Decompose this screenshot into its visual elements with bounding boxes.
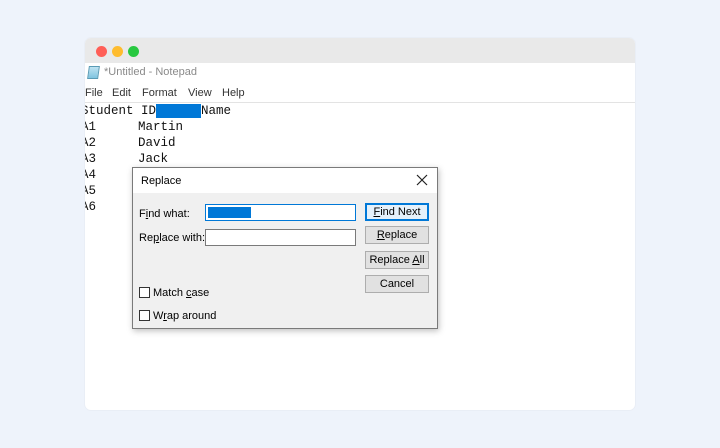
row-id: A6 (85, 200, 97, 214)
replace-with-label: Replace with: (139, 232, 206, 244)
editor-line: Student ID Name (85, 104, 231, 119)
find-next-button[interactable]: Find Next (365, 203, 429, 221)
row-name: David (138, 136, 176, 150)
zoom-window-button[interactable] (128, 46, 139, 57)
close-window-button[interactable] (96, 46, 107, 57)
find-what-label: Find what: (139, 208, 190, 220)
editor-line: A3 Jack (85, 152, 168, 167)
find-what-input[interactable] (205, 204, 356, 221)
window-chrome (85, 38, 635, 63)
menu-edit[interactable]: Edit (112, 87, 131, 99)
editor-line: A2 David (85, 136, 176, 151)
row-id: A1 (85, 120, 97, 134)
editor-line: A6 (85, 200, 96, 215)
header-name: Name (201, 104, 232, 118)
replace-button[interactable]: Replace (365, 226, 429, 244)
menu-help[interactable]: Help (222, 87, 245, 99)
row-name: Martin (138, 120, 184, 134)
replace-all-button[interactable]: Replace All (365, 251, 429, 269)
wrap-around-label[interactable]: Wrap around (153, 310, 216, 322)
menu-view[interactable]: View (188, 87, 212, 99)
match-case-checkbox[interactable] (139, 287, 150, 298)
selected-text (156, 104, 202, 118)
close-icon[interactable] (415, 173, 429, 187)
editor-line: A1 Martin (85, 120, 183, 135)
row-id: A5 (85, 184, 97, 198)
minimize-window-button[interactable] (112, 46, 123, 57)
editor-line: A5 (85, 184, 96, 199)
row-id: A2 (85, 136, 97, 150)
menu-file[interactable]: File (85, 87, 103, 99)
editor-line: A4 (85, 168, 96, 183)
replace-dialog: Replace Find what: Replace with: Find Ne… (132, 167, 438, 329)
menu-format[interactable]: Format (142, 87, 177, 99)
window-title: *Untitled - Notepad (104, 66, 197, 78)
dialog-title: Replace (141, 175, 182, 187)
menu-bar: File Edit Format View Help (85, 85, 635, 103)
header-student-id: Student ID (85, 104, 157, 118)
row-id: A3 (85, 152, 97, 166)
cancel-button[interactable]: Cancel (365, 275, 429, 293)
replace-with-input[interactable] (205, 229, 356, 246)
row-name: Jack (138, 152, 169, 166)
match-case-label[interactable]: Match case (153, 287, 209, 299)
dialog-title-bar: Replace (133, 168, 437, 193)
find-text-selection (208, 207, 251, 218)
notepad-icon (87, 66, 100, 79)
title-bar: *Untitled - Notepad (85, 63, 635, 84)
row-id: A4 (85, 168, 97, 182)
wrap-around-checkbox[interactable] (139, 310, 150, 321)
